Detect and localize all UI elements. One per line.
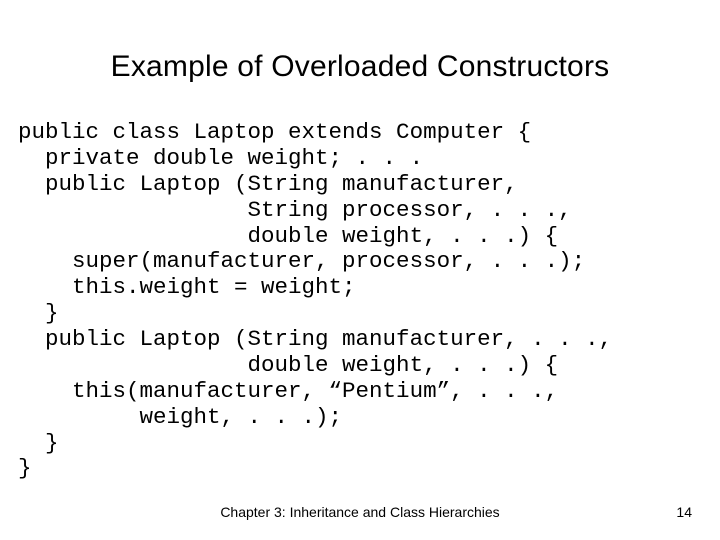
page-number: 14 <box>676 504 692 520</box>
slide: Example of Overloaded Constructors publi… <box>0 0 720 540</box>
code-block: public class Laptop extends Computer { p… <box>18 120 702 482</box>
slide-title: Example of Overloaded Constructors <box>0 50 720 84</box>
footer-chapter: Chapter 3: Inheritance and Class Hierarc… <box>0 504 720 520</box>
